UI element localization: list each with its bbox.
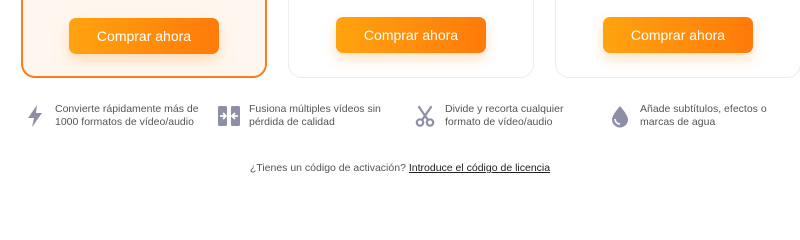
feature-item-convert: Convierte rápidamente más de 1000 format… (23, 103, 213, 129)
merge-icon (217, 103, 241, 129)
plan-card-selected[interactable]: Comprar ahora (21, 0, 267, 78)
plan-card[interactable]: Comprar ahora (555, 0, 800, 78)
activation-question: ¿Tienes un código de activación? (249, 162, 406, 174)
feature-text-line1: Convierte rápidamente más de (55, 103, 199, 115)
buy-now-button[interactable]: Comprar ahora (603, 17, 753, 53)
pricing-section: Comprar ahora Comprar ahora Comprar ahor… (0, 0, 800, 206)
feature-text-line2: 1000 formatos de vídeo/audio (55, 116, 194, 128)
buy-now-button[interactable]: Comprar ahora (69, 18, 219, 54)
plan-card[interactable]: Comprar ahora (288, 0, 534, 78)
feature-text-line1: Divide y recorta cualquier (445, 103, 564, 115)
feature-text-line2: marcas de agua (640, 116, 716, 128)
activation-prompt: ¿Tienes un código de activación? Introdu… (0, 162, 800, 174)
buy-now-button[interactable]: Comprar ahora (336, 17, 486, 53)
feature-item-split: Divide y recorta cualquier formato de ví… (413, 103, 603, 129)
lightning-icon (23, 103, 47, 129)
enter-license-link[interactable]: Introduce el código de licencia (409, 162, 550, 174)
feature-item-merge: Fusiona múltiples vídeos sin pérdida de … (217, 103, 407, 129)
feature-text-line2: formato de vídeo/audio (445, 116, 553, 128)
feature-text-line2: pérdida de calidad (249, 116, 335, 128)
feature-text-line1: Fusiona múltiples vídeos sin (249, 103, 381, 115)
feature-text-line1: Añade subtítulos, efectos o (640, 103, 767, 115)
feature-item-subtitles: Añade subtítulos, efectos o marcas de ag… (608, 103, 798, 129)
features-list: Convierte rápidamente más de 1000 format… (0, 103, 800, 133)
droplet-icon (608, 103, 632, 129)
scissors-icon (413, 103, 437, 129)
